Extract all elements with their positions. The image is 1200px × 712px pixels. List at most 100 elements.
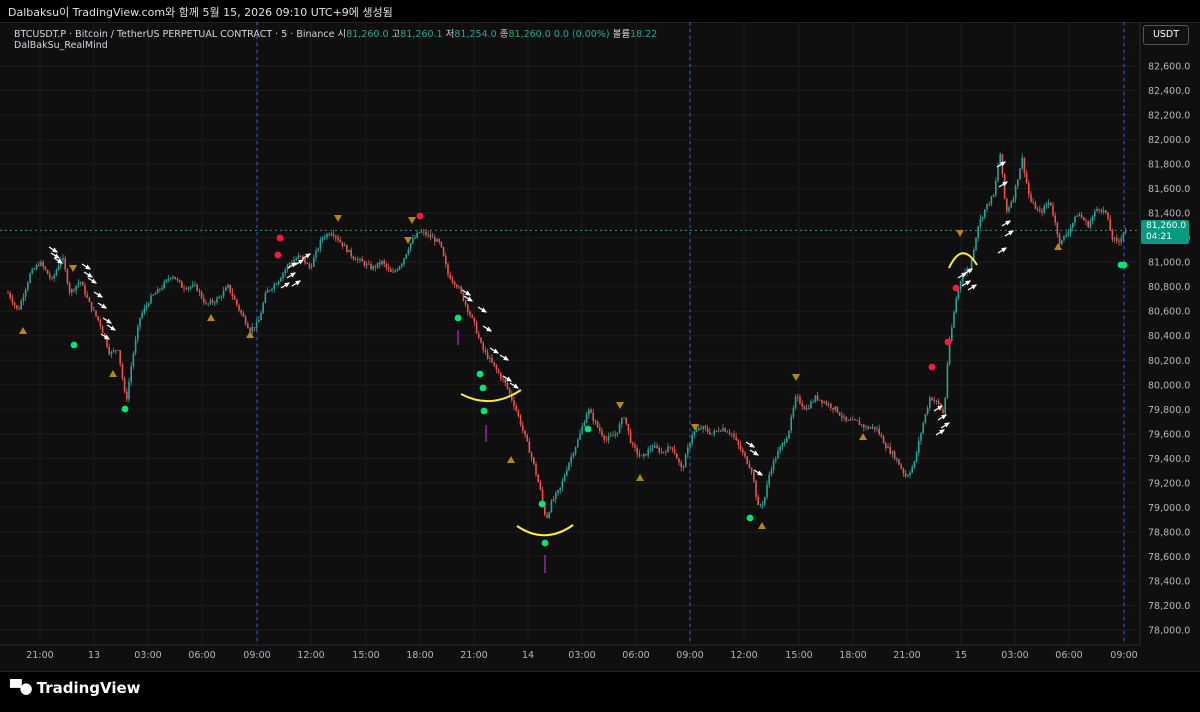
candle-body — [148, 303, 150, 306]
candle-body — [13, 302, 16, 306]
buy-signal-dot — [479, 384, 487, 392]
candle-body — [192, 284, 194, 287]
candle-body — [475, 322, 478, 334]
candle-body — [143, 308, 146, 314]
arrowhead — [939, 429, 946, 435]
candle-body — [128, 381, 130, 400]
candle-body — [827, 404, 830, 405]
candle-body — [370, 264, 372, 270]
candle-body — [229, 284, 231, 293]
price-chart[interactable]: 78,000.0 78,200.0 78,400.0 78,600.0 78,800.0… — [0, 0, 1200, 712]
candle-body — [49, 274, 51, 278]
candle-body — [273, 284, 275, 289]
candle-body — [988, 203, 990, 205]
candle-body — [478, 333, 480, 338]
candle-body — [216, 298, 218, 303]
indicator-legend[interactable]: DalBakSu_RealMind — [14, 40, 108, 51]
candle-body — [854, 419, 856, 421]
candle-body — [493, 362, 495, 366]
candle-body — [1036, 208, 1039, 210]
candle-body — [55, 270, 58, 276]
candle-body — [942, 409, 944, 414]
candle-body — [53, 275, 55, 279]
candle-body — [596, 421, 599, 428]
sell-signal-dot — [276, 234, 284, 242]
tradingview-logo-icon: ▀● — [10, 679, 33, 697]
candle-body — [629, 431, 632, 443]
candle-body — [522, 425, 524, 431]
candle-body — [557, 490, 559, 494]
candle-body — [735, 437, 737, 440]
candle-body — [308, 263, 311, 268]
candle-body — [359, 258, 361, 260]
candle-body — [594, 420, 597, 422]
time-tick-label: 09:00 — [243, 650, 270, 661]
candle-body — [77, 282, 80, 286]
candle-body — [812, 401, 814, 403]
candle-body — [1034, 202, 1037, 209]
candle-body — [524, 430, 526, 435]
sell-signal-dot — [952, 284, 960, 292]
candle-body — [84, 285, 86, 295]
candle-body — [590, 409, 592, 413]
low-value: 81,254.0 — [454, 29, 497, 40]
candle-body — [236, 299, 238, 305]
up-triangle-marker — [758, 522, 766, 529]
arrowhead — [91, 278, 98, 284]
up-triangle-marker — [636, 474, 644, 481]
candle-body — [255, 322, 258, 328]
candle-body — [1006, 198, 1008, 212]
candle-body — [984, 209, 986, 218]
price-tick-label: 81,600.0 — [1148, 184, 1190, 195]
candle-body — [482, 342, 484, 350]
candle-body — [706, 428, 709, 432]
candle-body — [770, 469, 773, 475]
price-axis: 78,000.0 78,200.0 78,400.0 78,600.0 78,800.0… — [1148, 62, 1190, 637]
candle-body — [18, 308, 20, 310]
candle-body — [992, 194, 995, 197]
candle-body — [1032, 202, 1034, 203]
candle-body — [440, 241, 443, 248]
candle-body — [130, 366, 132, 382]
price-tick-label: 80,000.0 — [1148, 380, 1190, 391]
candle-body — [187, 287, 190, 290]
symbol-legend[interactable]: BTCUSDT.P · Bitcoin / TetherUS PERPETUAL… — [14, 26, 657, 40]
candle-body — [561, 480, 564, 488]
candle-body — [711, 433, 713, 435]
candle-body — [348, 249, 350, 253]
candle-body — [550, 500, 553, 513]
candle-body — [704, 426, 707, 429]
time-tick-label: 15:00 — [352, 650, 379, 661]
buy-signal-dot — [454, 314, 462, 322]
candle-body — [1063, 236, 1065, 240]
sell-signal-dot — [274, 251, 282, 259]
candle-body — [453, 281, 456, 285]
candle-body — [159, 288, 161, 290]
candle-body — [772, 460, 775, 470]
tradingview-logo[interactable]: ▀● TradingView — [10, 679, 141, 697]
candle-body — [1050, 202, 1052, 206]
candle-body — [684, 455, 687, 468]
currency-button[interactable]: USDT — [1143, 25, 1189, 45]
candle-body — [669, 446, 671, 448]
sell-signal-dot — [944, 338, 952, 346]
candle-body — [825, 401, 828, 405]
time-tick-label: 09:00 — [676, 650, 703, 661]
candle-body — [416, 232, 418, 238]
candle-body — [11, 298, 14, 303]
candle-body — [574, 447, 577, 454]
time-tick-label: 06:00 — [188, 650, 215, 661]
candle-body — [1003, 173, 1006, 199]
candle-body — [313, 257, 315, 267]
candle-body — [117, 350, 119, 351]
candle-body — [889, 446, 891, 454]
candle-body — [764, 497, 766, 505]
candle-body — [682, 467, 685, 468]
candle-body — [680, 462, 682, 468]
candle-body — [885, 443, 887, 449]
candle-body — [852, 419, 854, 421]
candle-body — [1107, 212, 1109, 219]
candle-body — [761, 504, 764, 506]
price-tick-label: 78,200.0 — [1148, 601, 1190, 612]
candle-body — [1122, 232, 1125, 239]
